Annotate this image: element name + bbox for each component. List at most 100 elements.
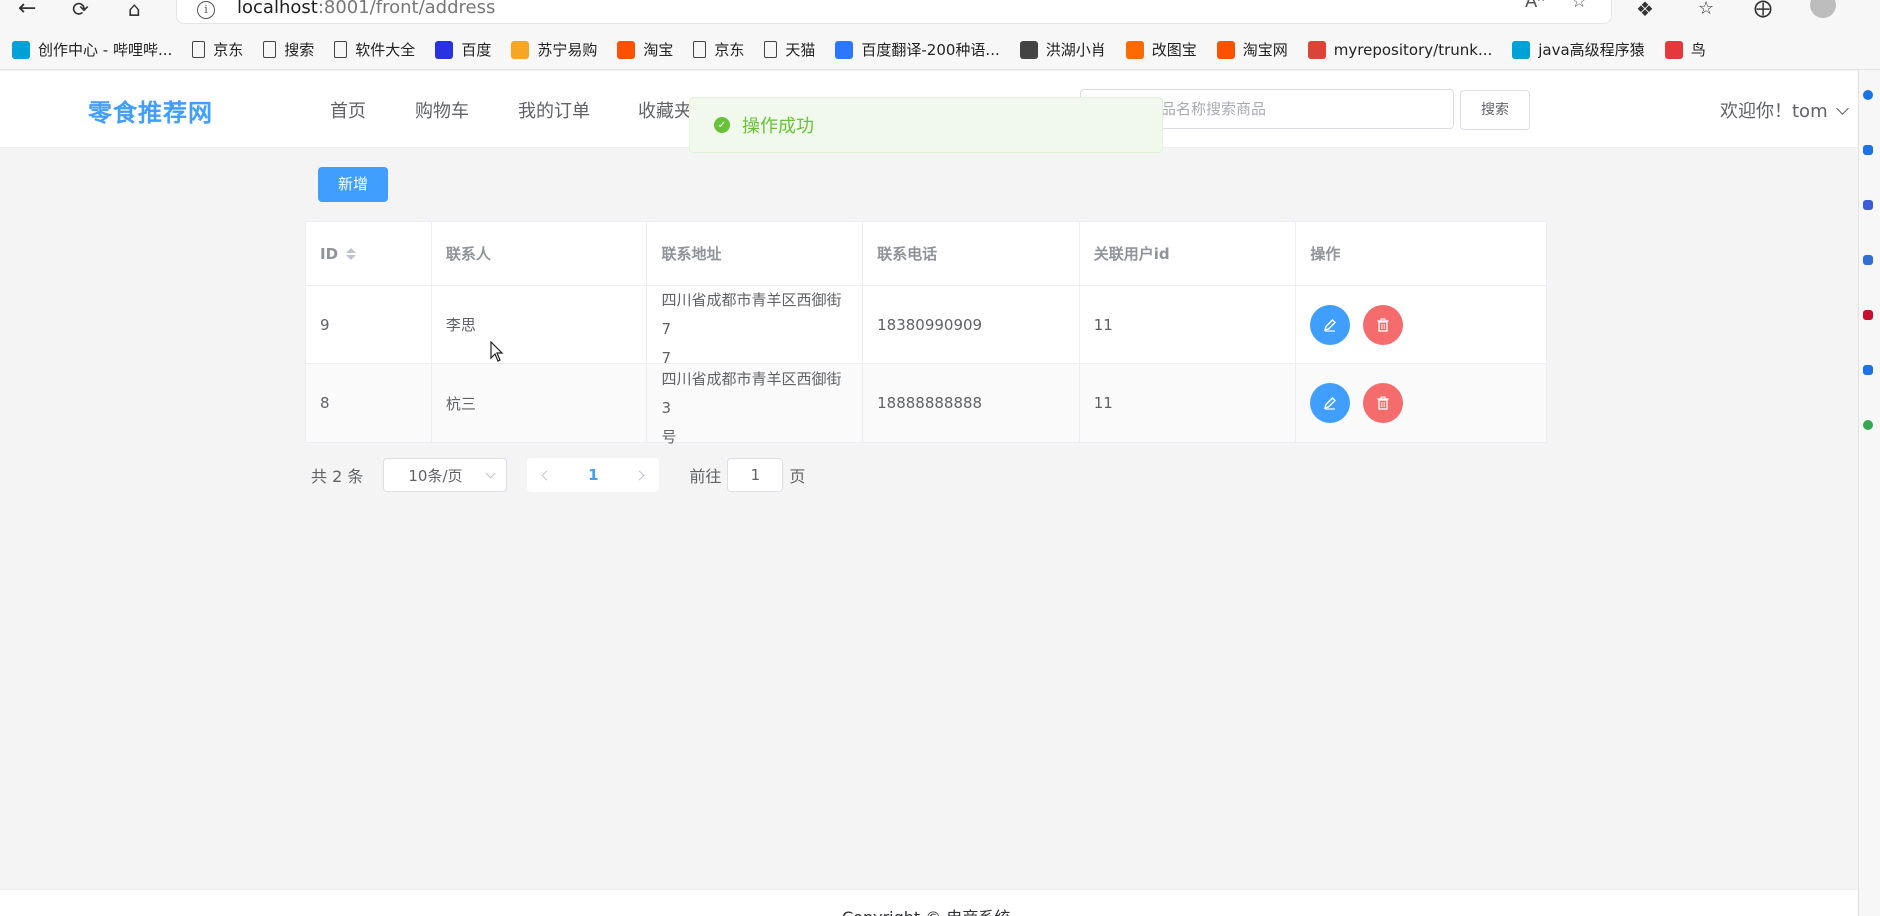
cell-contact: 李思 [432, 286, 648, 363]
page-number-current[interactable]: 1 [588, 466, 598, 484]
page-icon [263, 41, 277, 58]
bookmark-item[interactable]: 苏宁易购 [511, 39, 597, 60]
column-header-phone: 联系电话 [863, 222, 1080, 285]
bookmark-label: 苏宁易购 [537, 41, 598, 59]
nav-orders[interactable]: 我的订单 [518, 97, 590, 123]
taobao-icon [617, 40, 636, 59]
bilibili-icon [1512, 40, 1531, 59]
bookmarks-bar: 创作中心 - 哔哩哔... 京东 搜索 软件大全 百度 苏宁易购 淘宝 京东 天猫 百度翻译-20… [0, 30, 1880, 70]
bookmark-label: 创作中心 - 哔哩哔... [38, 41, 173, 59]
cell-user-id: 11 [1080, 286, 1297, 363]
edit-button[interactable] [1310, 383, 1351, 423]
read-aloud-icon[interactable]: Aⁿ [1525, 0, 1545, 12]
site-logo[interactable]: 零食推荐网 [88, 93, 213, 128]
address-bar[interactable]: i localhost:8001/front/address Aⁿ ☆ [176, 0, 1612, 24]
goto-page-input[interactable]: 1 [727, 458, 784, 492]
add-button[interactable]: 新增 [318, 167, 388, 202]
favorites-icon[interactable]: ☆ [1698, 0, 1714, 18]
bookmark-item[interactable]: java高级程序猿 [1512, 39, 1645, 60]
back-arrow-icon[interactable]: ← [18, 0, 36, 20]
url-text: localhost:8001/front/address [237, 0, 496, 18]
pager-buttons: 1 [527, 458, 660, 492]
sidebar-outlook-icon[interactable] [1863, 310, 1873, 320]
bookmark-item[interactable]: 淘宝 [617, 39, 673, 60]
page-icon [334, 41, 348, 58]
bookmark-item[interactable]: 百度翻译-200种语... [835, 39, 1000, 60]
baidu-paw-icon [435, 40, 454, 59]
nav-cart[interactable]: 购物车 [415, 97, 469, 123]
page-icon [693, 41, 707, 58]
site-footer: Copyright © 电商系统 [0, 889, 1858, 916]
image-icon [1125, 40, 1144, 59]
cell-user-id: 11 [1080, 364, 1297, 442]
refresh-icon[interactable]: ⟳ [72, 0, 89, 19]
bookmark-item[interactable]: 鸟 [1664, 39, 1706, 60]
bookmark-item[interactable]: 淘宝网 [1216, 39, 1288, 60]
message-text: 操作成功 [742, 116, 814, 137]
profile-avatar-icon[interactable] [1810, 0, 1836, 18]
sidebar-games-icon[interactable] [1863, 200, 1873, 210]
site-info-icon[interactable]: i [197, 1, 215, 19]
bookmark-label: 淘宝 [643, 41, 674, 59]
search-button[interactable]: 搜索 [1460, 90, 1530, 130]
bookmark-item[interactable]: 京东 [192, 39, 243, 60]
chrome-icon [1307, 40, 1326, 59]
collections-icon[interactable]: ⨁ [1754, 0, 1772, 18]
bookmark-item[interactable]: 天猫 [764, 39, 815, 60]
column-header-id[interactable]: ID [306, 222, 432, 285]
cell-phone: 18380990909 [863, 286, 1080, 363]
browser-toolbar: ← ⟳ ⌂ i localhost:8001/front/address Aⁿ … [0, 0, 1880, 30]
bookmark-item[interactable]: 软件大全 [334, 39, 415, 60]
bookmark-item[interactable]: myrepository/trunk... [1307, 40, 1493, 59]
sidebar-office-icon[interactable] [1863, 255, 1873, 265]
nav-home[interactable]: 首页 [330, 97, 366, 123]
bookmark-item[interactable]: 洪湖小肖 [1019, 39, 1106, 60]
bookmark-label: 搜索 [284, 41, 315, 59]
bookmark-label: 鸟 [1690, 41, 1706, 59]
pagination: 共 2 条 10条/页 1 前往 1 页 [311, 458, 805, 492]
address-table: ID 联系人 联系地址 联系电话 关联用户id 操作 9 李思 四川省成都市青羊… [305, 221, 1547, 446]
sidebar-add-icon[interactable] [1863, 420, 1873, 430]
bookmark-label: 京东 [213, 41, 244, 59]
bookmark-item[interactable]: 改图宝 [1125, 39, 1197, 60]
bookmark-item[interactable]: 创作中心 - 哔哩哔... [12, 39, 172, 60]
bookmark-item[interactable]: 搜索 [263, 39, 314, 60]
bookmark-item[interactable]: 京东 [693, 39, 744, 60]
bookmark-label: java高级程序猿 [1538, 41, 1645, 59]
mouse-cursor-icon [490, 341, 504, 362]
edit-button[interactable] [1310, 304, 1351, 345]
extensions-icon[interactable]: ❖ [1636, 0, 1654, 19]
favorite-add-icon[interactable]: ☆ [1571, 0, 1587, 12]
bookmark-label: 改图宝 [1151, 41, 1197, 59]
page-size-select[interactable]: 10条/页 [383, 458, 508, 492]
cell-phone: 18888888888 [863, 364, 1080, 442]
user-menu[interactable]: 欢迎你！tom [1720, 97, 1849, 123]
nav-favorites[interactable]: 收藏夹 [638, 97, 692, 123]
cell-address: 四川省成都市青羊区西御街3 号 [647, 364, 864, 446]
welcome-text: 欢迎你！tom [1720, 101, 1828, 122]
prev-page-icon[interactable] [541, 470, 552, 480]
edit-pencil-icon [1324, 397, 1337, 410]
trash-icon [1377, 396, 1389, 410]
cell-actions [1296, 364, 1546, 442]
sidebar-tools-icon[interactable] [1863, 145, 1873, 155]
bird-icon [1019, 40, 1038, 59]
next-page-icon[interactable] [634, 470, 645, 480]
bookmark-item[interactable]: 百度 [435, 39, 491, 60]
bookmark-label: 天猫 [785, 41, 816, 59]
suning-icon [511, 40, 530, 59]
bird-icon [1664, 40, 1683, 59]
bookmark-label: myrepository/trunk... [1333, 40, 1493, 59]
edge-sidebar [1858, 70, 1880, 916]
trash-icon [1377, 317, 1389, 332]
delete-button[interactable] [1363, 304, 1404, 345]
cell-id: 9 [306, 286, 432, 363]
sidebar-search-icon[interactable] [1863, 90, 1873, 100]
sort-icon[interactable] [346, 247, 357, 260]
translate-icon [835, 40, 854, 59]
home-icon[interactable]: ⌂ [128, 0, 141, 19]
bookmark-label: 百度 [461, 41, 492, 59]
sidebar-drop-icon[interactable] [1863, 365, 1873, 375]
delete-button[interactable] [1363, 383, 1404, 423]
page-size-value: 10条/页 [408, 466, 463, 485]
